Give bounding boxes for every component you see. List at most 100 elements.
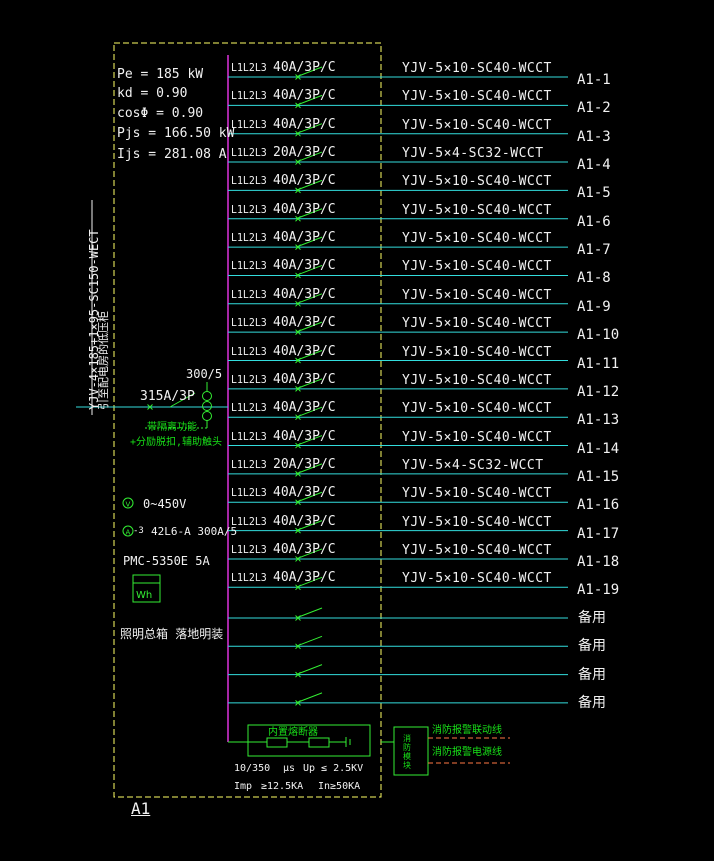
circuit-breaker-rating: 40A/3P/C — [273, 343, 336, 359]
circuit-cable-spec: YJV-5×10-SC40-WCCT — [402, 542, 552, 558]
circuit-phase: L1L2L3 — [231, 316, 267, 330]
circuit-breaker-rating: 40A/3P/C — [273, 258, 336, 274]
circuit-name: A1-3 — [577, 128, 611, 145]
load-pjs: Pjs = 166.50 kW — [117, 126, 235, 141]
energy-meter-symbol: Wh — [136, 590, 152, 601]
load-ijs: Ijs = 281.08 A — [117, 147, 227, 162]
load-cos: cosΦ = 0.90 — [117, 106, 204, 121]
circuit-name: A1-1 — [577, 72, 611, 88]
spare-label: 备用 — [578, 638, 606, 655]
circuit-cable-spec: YJV-5×10-SC40-WCCT — [402, 174, 552, 190]
circuit-breaker-rating: 40A/3P/C — [273, 116, 336, 132]
circuit-breaker-rating: 40A/3P/C — [273, 173, 336, 189]
incoming-source: 引至配电房的低压柜 — [97, 311, 110, 410]
circuit-phase: L1L2L3 — [231, 202, 267, 216]
circuit-name: A1-8 — [577, 270, 611, 287]
spare-label: 备用 — [578, 666, 606, 683]
circuit-phase: L1L2L3 — [231, 344, 267, 358]
spare-label: 备用 — [578, 694, 606, 711]
circuit-cable-spec: YJV-5×10-SC40-WCCT — [402, 231, 552, 247]
circuit-name: A1-12 — [577, 383, 620, 400]
spd-fuse — [266, 737, 288, 748]
circuit-phase: L1L2L3 — [231, 542, 267, 556]
spd-in-value: In≥50KA — [318, 781, 361, 792]
circuit-phase: L1L2L3 — [231, 61, 267, 74]
ammeter-model: 42L6-A 300A/5 — [151, 525, 238, 538]
circuit-cable-spec: YJV-5×10-SC40-WCCT — [402, 571, 552, 587]
circuit-cable-spec: YJV-5×10-SC40-WCCT — [402, 372, 552, 388]
breaker-note-shunt: +分励脱扣,辅助触头 — [130, 437, 223, 448]
circuit-phase: L1L2L3 — [231, 259, 267, 273]
circuit-cable-spec: YJV-5×4-SC32-WCCT — [402, 146, 544, 162]
circuit-name: A1-6 — [577, 213, 611, 230]
circuit-phase: L1L2L3 — [231, 372, 267, 386]
circuit-breaker-rating: 40A/3P/C — [273, 201, 336, 217]
circuit-breaker-rating: 20A/3P/C — [273, 456, 336, 472]
fire-module-label: 消防模块 — [403, 734, 411, 770]
circuit-name: A1-11 — [577, 355, 620, 372]
voltmeter-symbol-label: V — [126, 501, 131, 509]
spd-unit: μs — [283, 763, 296, 774]
circuit-breaker-rating: 40A/3P/C — [273, 541, 336, 557]
circuit-cable-spec: YJV-5×4-SC32-WCCT — [402, 457, 544, 473]
circuit-breaker-rating: 40A/3P/C — [273, 371, 336, 387]
breaker-note-isolation: 带隔离功能 — [147, 422, 197, 433]
circuit-phase: L1L2L3 — [231, 287, 267, 301]
circuit-breaker-rating: 40A/3P/C — [273, 428, 336, 444]
voltmeter-range: 0~450V — [143, 497, 187, 511]
circuit-cable-spec: YJV-5×10-SC40-WCCT — [402, 344, 552, 360]
circuit-phase: L1L2L3 — [231, 401, 267, 415]
circuit-phase: L1L2L3 — [231, 117, 267, 131]
circuit-breaker-rating: 40A/3P/C — [273, 485, 336, 501]
circuit-cable-spec: YJV-5×10-SC40-WCCT — [402, 429, 552, 445]
ct-coil-1 — [202, 391, 212, 401]
spare-label: 备用 — [578, 610, 606, 626]
circuit-cable-spec: YJV-5×10-SC40-WCCT — [402, 202, 552, 218]
circuit-phase: L1L2L3 — [231, 571, 267, 585]
panel-label: A1 — [131, 799, 151, 818]
spd-up: Up ≤ 2.5KV — [303, 763, 364, 774]
ammeter-symbol-label: A — [126, 529, 131, 537]
spd-waveform: 10/350 — [234, 763, 271, 774]
circuit-breaker-rating: 20A/3P/C — [273, 145, 336, 161]
load-pe: Pe = 185 kW — [117, 67, 204, 82]
circuit-cable-spec: YJV-5×10-SC40-WCCT — [402, 61, 552, 76]
circuit-breaker-rating: 40A/3P/C — [273, 60, 336, 75]
circuit-name: A1-18 — [577, 553, 620, 570]
distribution-board-diagram: V A Wh Pe = 185 kW kd = 0.90 cosΦ = 0.90 P… — [0, 0, 714, 861]
circuit-name: A1-5 — [577, 185, 611, 202]
circuit-cable-spec: YJV-5×10-SC40-WCCT — [402, 117, 552, 133]
ct-coil-2 — [202, 401, 212, 411]
circuit-phase: L1L2L3 — [231, 146, 267, 160]
circuit-cable-spec: YJV-5×10-SC40-WCCT — [402, 287, 552, 303]
circuit-phase: L1L2L3 — [231, 89, 267, 103]
box-description: 照明总箱 落地明装 — [120, 627, 224, 641]
circuit-name: A1-15 — [577, 468, 620, 485]
spd-label: 内置熔断器 — [268, 727, 318, 738]
load-kd: kd = 0.90 — [117, 86, 188, 101]
circuit-phase: L1L2L3 — [231, 429, 267, 443]
ct-coil-3 — [202, 411, 212, 421]
circuit-cable-spec: YJV-5×10-SC40-WCCT — [402, 514, 552, 530]
circuit-cable-spec: YJV-5×10-SC40-WCCT — [402, 486, 552, 502]
circuit-name: A1-7 — [577, 242, 611, 259]
circuit-name: A1-19 — [577, 582, 620, 599]
circuit-phase: L1L2L3 — [231, 486, 267, 500]
circuit-name: A1-10 — [577, 327, 620, 344]
circuit-phase: L1L2L3 — [231, 457, 267, 471]
circuit-breaker-rating: 40A/3P/C — [273, 400, 336, 416]
circuit-phase: L1L2L3 — [231, 174, 267, 188]
circuit-cable-spec: YJV-5×10-SC40-WCCT — [402, 401, 552, 417]
circuit-cable-spec: YJV-5×10-SC40-WCCT — [402, 316, 552, 332]
ct-ratio: 300/5 — [186, 367, 223, 381]
circuit-breaker-rating: 40A/3P/C — [273, 88, 336, 104]
circuit-name: A1-16 — [577, 497, 620, 514]
main-breaker-rating: 315A/3P — [140, 389, 195, 404]
energy-meter-model: PMC-5350E 5A — [123, 554, 210, 568]
circuit-name: A1-2 — [577, 100, 611, 117]
circuit-cable-spec: YJV-5×10-SC40-WCCT — [402, 259, 552, 275]
circuit-cable-spec: YJV-5×10-SC40-WCCT — [402, 89, 552, 105]
fire-power-label: 消防报警电源线 — [432, 747, 502, 758]
circuit-breaker-rating: 40A/3P/C — [273, 315, 336, 331]
spd-imp-value: ≥12.5KA — [261, 781, 304, 792]
